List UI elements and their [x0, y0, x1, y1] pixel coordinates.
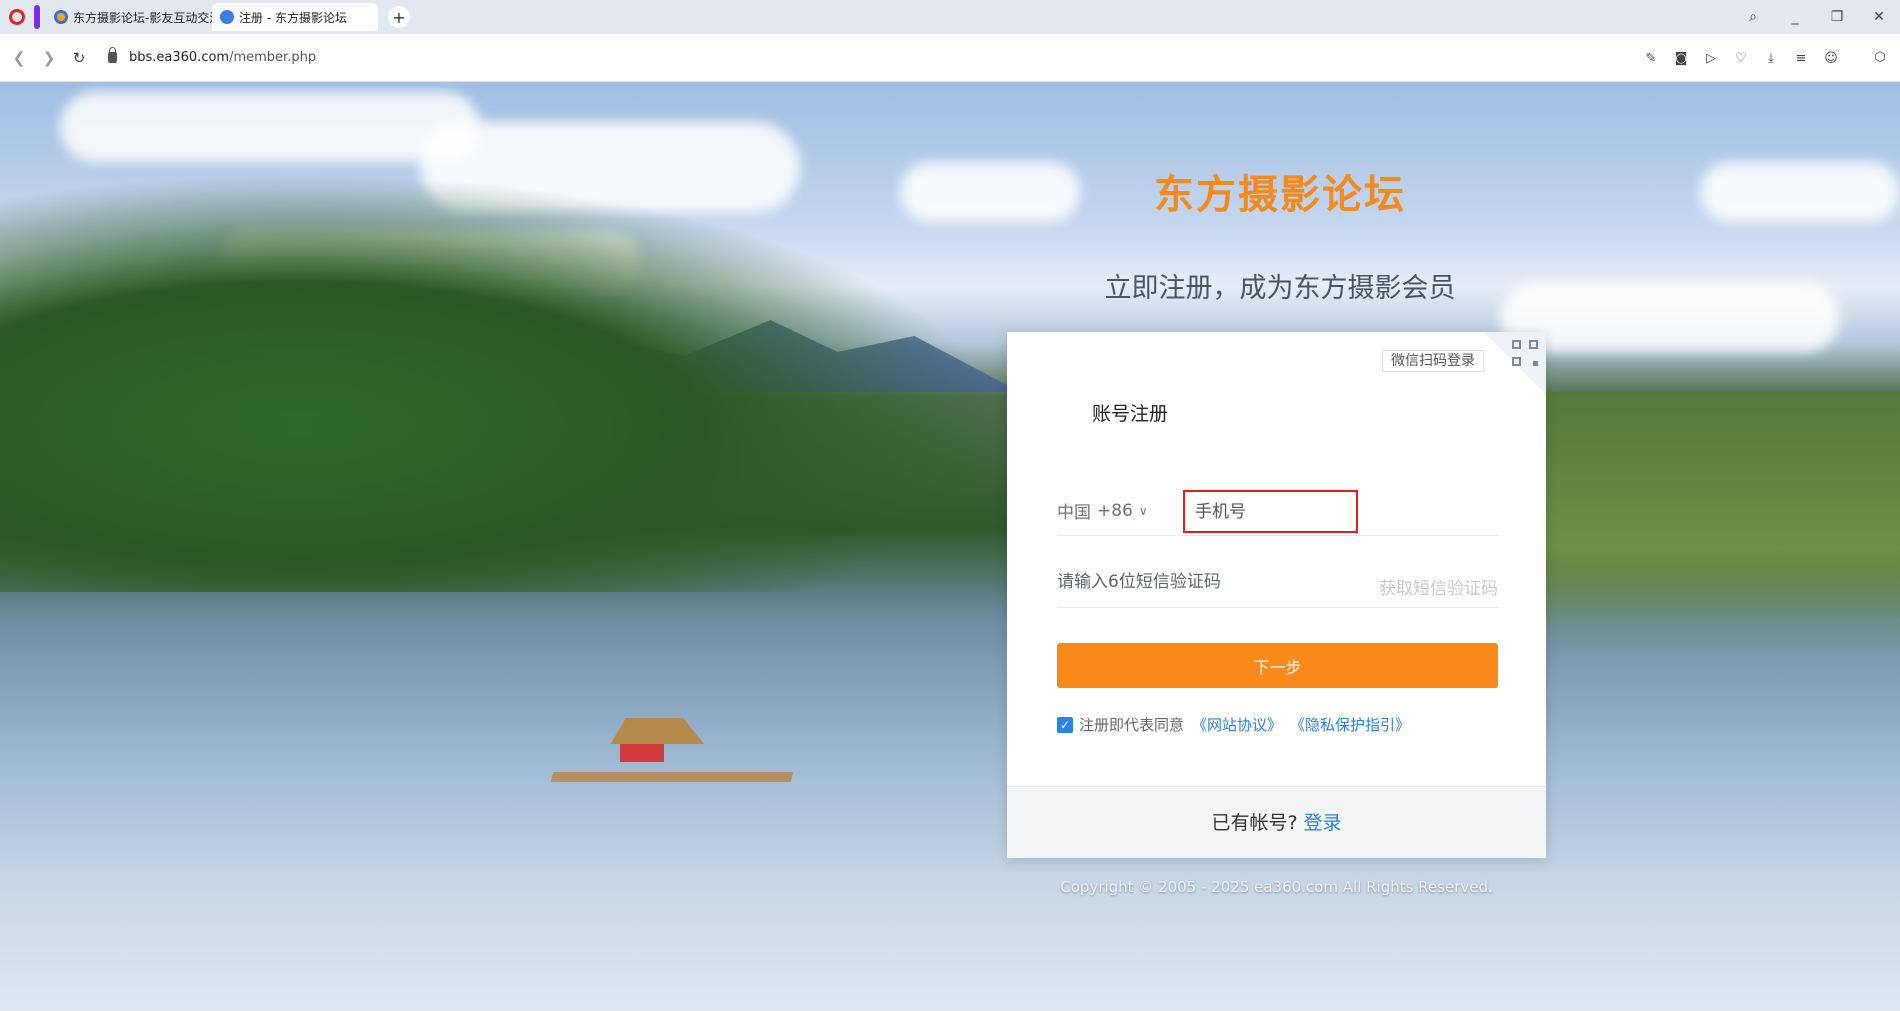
- qr-code-icon[interactable]: [1512, 340, 1538, 366]
- new-tab-button[interactable]: +: [388, 6, 410, 28]
- login-prompt: 已有帐号? 登录: [1007, 786, 1546, 858]
- page-subtitle: 立即注册，成为东方摄影会员: [1104, 273, 1456, 304]
- reload-icon[interactable]: ↻: [64, 49, 94, 67]
- tab-title: 东方摄影论坛-影友互动交流: [73, 10, 212, 25]
- download-icon[interactable]: ⤓: [1762, 51, 1780, 66]
- wechat-login-tip[interactable]: 微信扫码登录: [1382, 350, 1484, 372]
- url-field[interactable]: bbs.ea360.com/member.php: [108, 47, 317, 65]
- camera-icon[interactable]: ◙: [1672, 51, 1690, 66]
- heart-icon[interactable]: ♡: [1732, 51, 1750, 66]
- url-path: /member.php: [229, 50, 317, 65]
- lock-icon: [108, 47, 117, 63]
- dial-code: +86: [1097, 500, 1133, 521]
- user-favicon-icon: [220, 10, 234, 24]
- tab-bar: 东方摄影论坛-影友互动交流 注册 - 东方摄影论坛 + ⌕ _ ❐ ✕: [0, 0, 1900, 34]
- close-icon[interactable]: ✕: [1858, 9, 1900, 25]
- bamboo-raft: [550, 772, 794, 782]
- cloud: [1700, 162, 1900, 222]
- agreement-row: ✓ 注册即代表同意 《网站协议》 《隐私保护指引》: [1057, 714, 1410, 735]
- agree-text: 注册即代表同意: [1079, 716, 1185, 734]
- sms-row: 获取短信验证码: [1057, 552, 1498, 608]
- extensions-icon[interactable]: ⬡: [1868, 46, 1892, 70]
- next-step-button[interactable]: 下一步: [1057, 643, 1498, 688]
- has-account-text: 已有帐号?: [1211, 812, 1298, 834]
- tab-forum[interactable]: 东方摄影论坛-影友互动交流: [46, 3, 212, 31]
- cloud: [60, 92, 480, 162]
- play-icon[interactable]: ▷: [1702, 51, 1720, 66]
- raft-cloth: [620, 744, 664, 762]
- menu-icon[interactable]: ≡: [1792, 51, 1810, 66]
- raft-roof: [610, 718, 704, 744]
- page-background: [0, 82, 1900, 1011]
- tab-register[interactable]: 注册 - 东方摄影论坛: [212, 3, 378, 31]
- chevron-down-icon: ∨: [1138, 503, 1148, 518]
- country-name: 中国: [1057, 503, 1091, 523]
- search-icon[interactable]: ⌕: [1732, 9, 1774, 25]
- opera-icon[interactable]: [0, 0, 34, 34]
- forward-icon[interactable]: ❯: [34, 49, 64, 67]
- agree-checkbox[interactable]: ✓: [1057, 716, 1073, 733]
- phone-input[interactable]: [1183, 490, 1358, 533]
- restore-icon[interactable]: ❐: [1816, 9, 1858, 25]
- site-title: 东方摄影论坛: [1154, 172, 1406, 218]
- sms-code-input[interactable]: [1057, 564, 1347, 600]
- account-icon[interactable]: ☺: [1822, 51, 1840, 66]
- get-sms-code-button[interactable]: 获取短信验证码: [1379, 574, 1498, 599]
- url-host: bbs.ea360.com: [129, 50, 230, 65]
- sidebar-toggle[interactable]: [34, 5, 40, 29]
- phone-row: 中国 +86 ∨: [1057, 472, 1498, 536]
- login-link[interactable]: 登录: [1304, 812, 1342, 834]
- copyright: Copyright © 2005 - 2025 ea360.com All Ri…: [1060, 878, 1493, 896]
- right-bank: [1520, 392, 1900, 652]
- register-title: 账号注册: [1092, 403, 1169, 425]
- forest-hill: [0, 172, 1000, 592]
- terms-link[interactable]: 《网站协议》: [1192, 714, 1282, 735]
- tab-title: 注册 - 东方摄影论坛: [239, 10, 347, 25]
- snapshot-icon[interactable]: ✎: [1642, 51, 1660, 66]
- site-favicon-icon: [54, 10, 68, 24]
- address-bar: ❮ ❯ ↻ bbs.ea360.com/member.php ✎ ◙ ▷ ♡ ⤓…: [0, 34, 1900, 82]
- register-card: 微信扫码登录 账号注册 中国 +86 ∨ 获取短信验证码 下一步 ✓ 注册即代表…: [1007, 332, 1546, 858]
- minimize-icon[interactable]: _: [1774, 9, 1816, 25]
- country-select[interactable]: 中国 +86 ∨: [1057, 498, 1148, 524]
- qr-login-corner[interactable]: [1484, 332, 1546, 394]
- privacy-link[interactable]: 《隐私保护指引》: [1290, 714, 1410, 735]
- back-icon[interactable]: ❮: [4, 49, 34, 67]
